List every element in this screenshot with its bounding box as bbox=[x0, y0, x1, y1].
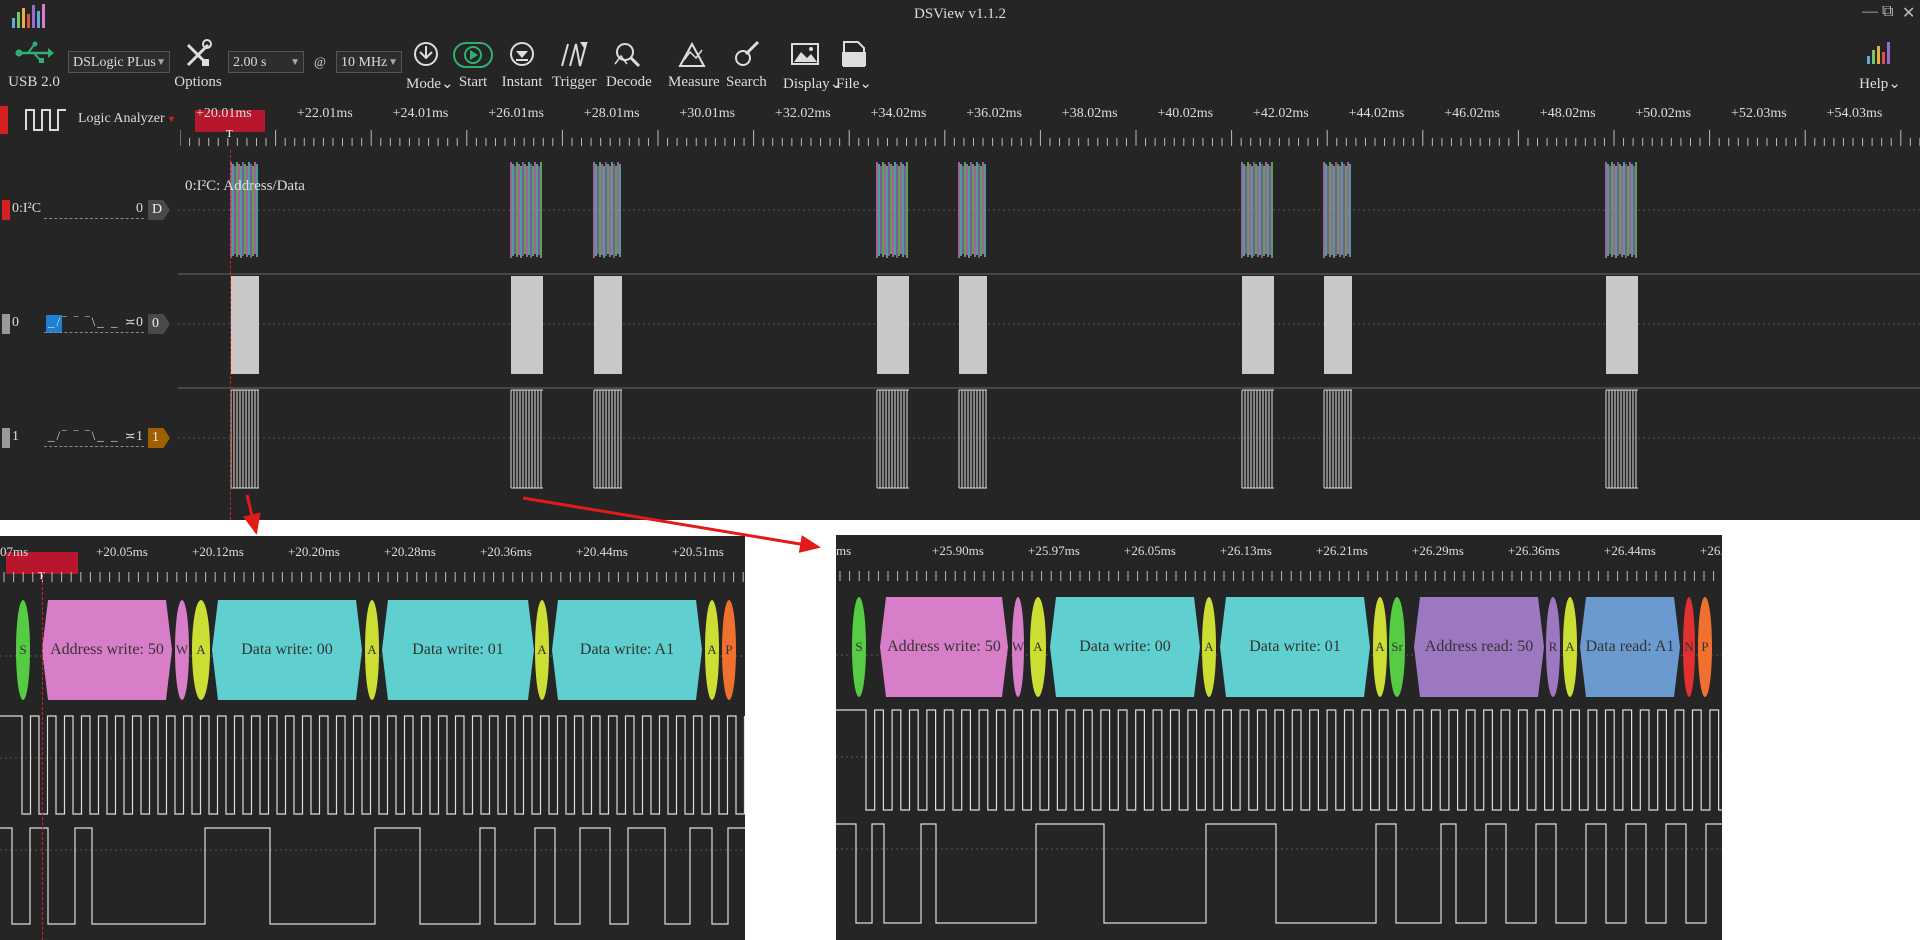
decoder-segment[interactable]: Address write: 50 bbox=[42, 600, 172, 700]
sda-waveform bbox=[0, 827, 745, 925]
decoder-segment-label: W bbox=[1012, 639, 1024, 654]
zoom-panel-right: ms +25.90ms +25.97ms +26.05ms +26.13ms +26.21… bbox=[836, 535, 1722, 940]
decoder-segment-label: Sr bbox=[1391, 639, 1403, 654]
decoder-segment-label: A bbox=[1204, 639, 1214, 654]
zoom-right-waves bbox=[836, 571, 1722, 924]
decoder-segment[interactable]: N bbox=[1683, 597, 1695, 697]
decoder-segment-label: A bbox=[1565, 639, 1575, 654]
decoder-segment-label: A bbox=[537, 642, 547, 657]
decoder-segment-label: Data write: A1 bbox=[579, 641, 675, 658]
decoder-segment[interactable]: Data write: 00 bbox=[212, 600, 362, 700]
decoder-segment[interactable]: P bbox=[722, 600, 736, 700]
decoder-segment-label: Address write: 50 bbox=[50, 641, 164, 658]
decoder-segment-label: A bbox=[196, 642, 206, 657]
decoder-segment-label: A bbox=[367, 642, 377, 657]
zoom-panel-left: T 07ms +20.05ms +20.12ms +20.20ms +20.28ms +2… bbox=[0, 536, 745, 940]
decoder-segment[interactable]: W bbox=[1012, 597, 1024, 697]
zoom-left-waves bbox=[0, 572, 745, 925]
decoder-segment[interactable]: Data write: A1 bbox=[552, 600, 702, 700]
decoder-segment-label: P bbox=[725, 642, 733, 657]
decoder-segment-label: W bbox=[175, 642, 189, 657]
decoder-segment-label: P bbox=[1701, 639, 1709, 654]
decoder-segment-label: S bbox=[19, 642, 27, 657]
decoder-segment[interactable]: P bbox=[1698, 597, 1712, 697]
decoder-segment[interactable]: A bbox=[1202, 597, 1216, 697]
decoder-segment[interactable]: A bbox=[1373, 597, 1387, 697]
decoder-segment-label: Address write: 50 bbox=[887, 638, 1001, 655]
decoder-segment[interactable]: A bbox=[365, 600, 379, 700]
decoder-segment-label: N bbox=[1684, 639, 1694, 654]
decoder-segment[interactable]: A bbox=[705, 600, 719, 700]
scl-waveform bbox=[836, 709, 1722, 811]
decoder-segment-label: Data write: 00 bbox=[241, 641, 333, 658]
decoder-segment[interactable]: A bbox=[1030, 597, 1046, 697]
decoder-segment-label: Data write: 01 bbox=[412, 641, 504, 658]
decoder-segment-label: Data write: 01 bbox=[1249, 638, 1341, 655]
decoder-segment[interactable]: Sr bbox=[1389, 597, 1405, 697]
decoder-segment[interactable]: Data write: 01 bbox=[1220, 597, 1370, 697]
decoder-segment[interactable]: Data write: 00 bbox=[1050, 597, 1200, 697]
decoder-segment[interactable]: Address write: 50 bbox=[880, 597, 1008, 697]
arrow-to-left-zoom bbox=[243, 494, 261, 535]
decoder-segment-label: A bbox=[1375, 639, 1385, 654]
decoder-segment[interactable]: R bbox=[1546, 597, 1560, 697]
decoder-segment-label: Data write: 00 bbox=[1079, 638, 1171, 655]
decoder-segment[interactable]: A bbox=[192, 600, 210, 700]
decoder-segment[interactable]: A bbox=[535, 600, 549, 700]
scl-waveform bbox=[0, 715, 745, 815]
decoder-segment[interactable]: Data read: A1 bbox=[1580, 597, 1680, 697]
zoom-left-trigger-line bbox=[42, 572, 43, 940]
decoder-segment-label: A bbox=[1033, 639, 1043, 654]
decoder-segment-label: Data read: A1 bbox=[1585, 638, 1675, 655]
decoder-segment[interactable]: W bbox=[175, 600, 189, 700]
decoder-segment[interactable]: Address read: 50 bbox=[1414, 597, 1544, 697]
decoder-segment[interactable]: Data write: 01 bbox=[382, 600, 534, 700]
decoder-segment[interactable]: S bbox=[16, 600, 30, 700]
decoder-segment[interactable]: S bbox=[852, 597, 866, 697]
decoder-segment-label: Address read: 50 bbox=[1424, 638, 1534, 655]
sda-waveform bbox=[836, 823, 1722, 924]
decoder-segment-label: R bbox=[1548, 639, 1558, 654]
decoder-segment-label: A bbox=[707, 642, 717, 657]
decoder-segment-label: S bbox=[855, 639, 863, 654]
decoder-segment[interactable]: A bbox=[1563, 597, 1577, 697]
